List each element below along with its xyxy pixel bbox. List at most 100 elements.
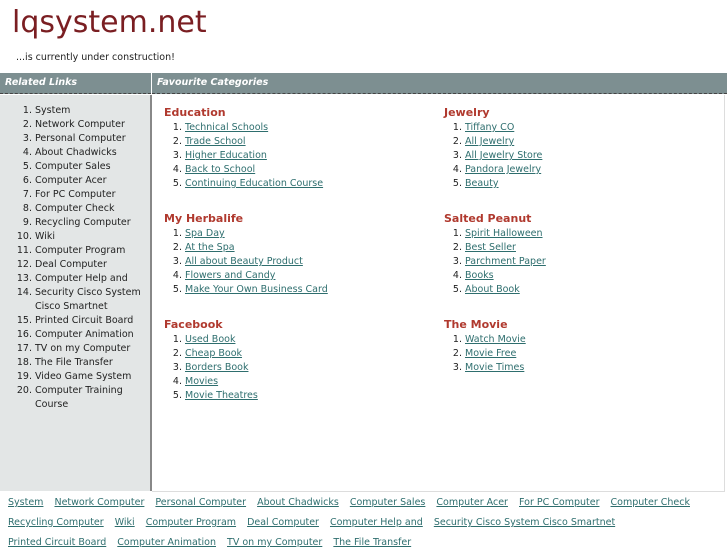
category-list-item: All about Beauty Product: [185, 255, 434, 269]
sidebar-item[interactable]: About Chadwicks: [35, 146, 150, 160]
category-link[interactable]: Pandora Jewelry: [465, 164, 541, 175]
category-list-item: Beauty: [465, 177, 714, 191]
category-link[interactable]: About Book: [465, 284, 520, 295]
footer-link[interactable]: Computer Acer: [436, 497, 508, 508]
site-title: lqsystem.net: [12, 5, 207, 40]
category-list-item: Tiffany CO: [465, 121, 714, 135]
sidebar-item[interactable]: Computer Help and: [35, 272, 150, 286]
related-links-heading: Related Links: [0, 73, 151, 94]
favourite-categories-heading: Favourite Categories: [152, 73, 727, 94]
site-subtitle: ...is currently under construction!: [16, 52, 175, 63]
category-link[interactable]: Flowers and Candy: [185, 270, 275, 281]
category-links: Watch Movie Movie Free Movie Times: [444, 333, 714, 375]
sidebar-item[interactable]: Video Game System: [35, 370, 150, 384]
sidebar-item[interactable]: For PC Computer: [35, 188, 150, 202]
footer-link[interactable]: For PC Computer: [519, 497, 599, 508]
sidebar-item[interactable]: Computer Program: [35, 244, 150, 258]
footer-link[interactable]: Computer Program: [146, 517, 236, 528]
footer-links: System Network Computer Personal Compute…: [0, 493, 727, 553]
footer-link[interactable]: Computer Help and: [330, 517, 423, 528]
category-list-item: About Book: [465, 283, 714, 297]
category-list-item: Technical Schools: [185, 121, 434, 135]
category-links: Technical Schools Trade School Higher Educ…: [164, 121, 434, 191]
footer-link[interactable]: Printed Circuit Board: [8, 537, 106, 548]
category-link[interactable]: Make Your Own Business Card: [185, 284, 328, 295]
category-list-item: Higher Education: [185, 149, 434, 163]
sidebar-item[interactable]: Computer Animation: [35, 328, 150, 342]
sidebar-item[interactable]: Wiki: [35, 230, 150, 244]
category-block: The Movie Watch Movie Movie Free Movie Time…: [444, 317, 714, 375]
category-link[interactable]: Used Book: [185, 334, 235, 345]
category-list-item: Parchment Paper: [465, 255, 714, 269]
category-link[interactable]: All Jewelry Store: [465, 150, 542, 161]
footer-link[interactable]: Deal Computer: [247, 517, 319, 528]
footer-link[interactable]: The File Transfer: [333, 537, 411, 548]
category-link[interactable]: Movies: [185, 376, 218, 387]
sidebar: SystemNetwork ComputerPersonal ComputerA…: [0, 95, 152, 491]
category-link[interactable]: All about Beauty Product: [185, 256, 303, 267]
footer-link[interactable]: System: [8, 497, 43, 508]
category-link[interactable]: Spa Day: [185, 228, 225, 239]
sidebar-item[interactable]: Printed Circuit Board: [35, 314, 150, 328]
footer-link[interactable]: About Chadwicks: [257, 497, 339, 508]
category-link[interactable]: Books: [465, 270, 494, 281]
sidebar-item[interactable]: Computer Acer: [35, 174, 150, 188]
sidebar-item[interactable]: Deal Computer: [35, 258, 150, 272]
footer-link[interactable]: Computer Sales: [350, 497, 426, 508]
category-link[interactable]: Movie Times: [465, 362, 524, 373]
category-title: Facebook: [164, 318, 223, 331]
sidebar-item[interactable]: Personal Computer: [35, 132, 150, 146]
category-links: Used Book Cheap Book Borders Book Movies Mov…: [164, 333, 434, 403]
category-link[interactable]: Borders Book: [185, 362, 248, 373]
category-link[interactable]: Back to School: [185, 164, 255, 175]
sidebar-item[interactable]: Computer Training Course: [35, 384, 150, 412]
footer-link[interactable]: Wiki: [115, 517, 135, 528]
main-content: Education Technical Schools Trade School Hi…: [152, 95, 725, 492]
category-link[interactable]: Movie Free: [465, 348, 516, 359]
category-link[interactable]: All Jewelry: [465, 136, 514, 147]
category-block: Facebook Used Book Cheap Book Borders Book M…: [164, 317, 434, 403]
category-link[interactable]: Technical Schools: [185, 122, 268, 133]
sidebar-item[interactable]: Recycling Computer: [35, 216, 150, 230]
footer-link[interactable]: Security Cisco System Cisco Smartnet: [434, 517, 615, 528]
category-link[interactable]: Higher Education: [185, 150, 267, 161]
category-link[interactable]: Spirit Halloween: [465, 228, 543, 239]
footer-link[interactable]: Personal Computer: [155, 497, 246, 508]
sidebar-item[interactable]: Security Cisco System Cisco Smartnet: [35, 286, 150, 314]
category-block: Salted Peanut Spirit Halloween Best Seller…: [444, 211, 714, 297]
category-title: Jewelry: [444, 106, 490, 119]
category-list-item: Trade School: [185, 135, 434, 149]
category-block: Education Technical Schools Trade School Hi…: [164, 105, 434, 191]
category-link[interactable]: Cheap Book: [185, 348, 242, 359]
category-link[interactable]: Best Seller: [465, 242, 516, 253]
category-link[interactable]: At the Spa: [185, 242, 235, 253]
category-title: The Movie: [444, 318, 508, 331]
sidebar-item[interactable]: Computer Sales: [35, 160, 150, 174]
footer-link[interactable]: TV on my Computer: [227, 537, 322, 548]
category-list-item: Pandora Jewelry: [465, 163, 714, 177]
category-list-item: Back to School: [185, 163, 434, 177]
category-links: Tiffany CO All Jewelry All Jewelry Store Pa…: [444, 121, 714, 191]
sidebar-item[interactable]: The File Transfer: [35, 356, 150, 370]
category-list-item: Movie Free: [465, 347, 714, 361]
category-link[interactable]: Watch Movie: [465, 334, 526, 345]
footer-link[interactable]: Network Computer: [54, 497, 144, 508]
category-list-item: Used Book: [185, 333, 434, 347]
category-list-item: Spirit Halloween: [465, 227, 714, 241]
footer-link[interactable]: Computer Check: [611, 497, 690, 508]
sidebar-item[interactable]: System: [35, 104, 150, 118]
category-link[interactable]: Tiffany CO: [465, 122, 514, 133]
category-link[interactable]: Continuing Education Course: [185, 178, 323, 189]
footer-link[interactable]: Computer Animation: [117, 537, 216, 548]
category-block: My Herbalife Spa Day At the Spa All about B…: [164, 211, 434, 297]
category-link[interactable]: Parchment Paper: [465, 256, 546, 267]
category-list-item: At the Spa: [185, 241, 434, 255]
category-link[interactable]: Movie Theatres: [185, 390, 258, 401]
footer-link[interactable]: Recycling Computer: [8, 517, 104, 528]
category-list-item: Books: [465, 269, 714, 283]
sidebar-item[interactable]: Computer Check: [35, 202, 150, 216]
sidebar-item[interactable]: TV on my Computer: [35, 342, 150, 356]
category-link[interactable]: Trade School: [185, 136, 246, 147]
category-link[interactable]: Beauty: [465, 178, 499, 189]
sidebar-item[interactable]: Network Computer: [35, 118, 150, 132]
